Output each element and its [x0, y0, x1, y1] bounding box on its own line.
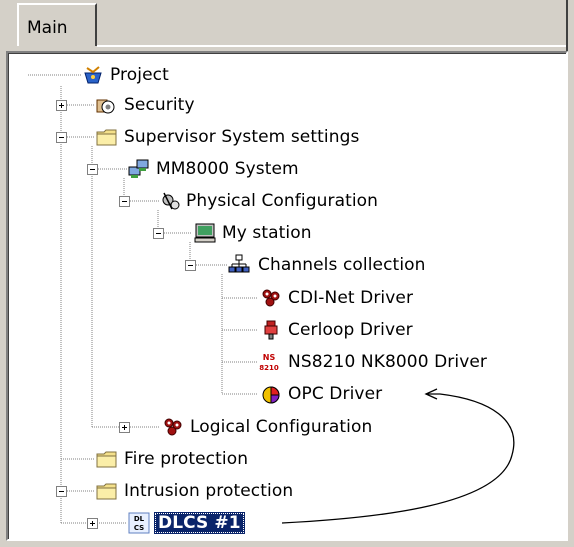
collapse-mm8000-button[interactable] [87, 164, 98, 175]
cdi-driver-icon [262, 289, 280, 307]
tree-node-physical-configuration[interactable]: Physical Configuration [158, 190, 438, 212]
tree-node-security[interactable]: Security [94, 94, 214, 116]
tree-node-label: Physical Configuration [186, 191, 379, 211]
tree-node-opc-driver[interactable]: OPC Driver [258, 383, 428, 405]
tree-node-label: Intrusion protection [124, 481, 294, 501]
tree-node-project[interactable]: Project [82, 64, 182, 86]
collapse-supervisor-button[interactable] [56, 132, 67, 143]
tree-node-my-station[interactable]: My station [192, 222, 342, 244]
tree-node-ns8210-driver[interactable]: NS 8210 NS8210 NK8000 Driver [258, 351, 548, 373]
tree-node-label: Channels collection [258, 255, 426, 275]
collapse-station-button[interactable] [153, 228, 164, 239]
tree-node-label: My station [222, 223, 312, 243]
tree-node-label: Supervisor System settings [124, 127, 360, 147]
tree-node-label: CDI-Net Driver [288, 288, 414, 308]
opc-driver-icon [262, 386, 280, 404]
tree-node-intrusion-protection[interactable]: Intrusion protection [94, 480, 344, 502]
expand-security-button[interactable] [56, 100, 67, 111]
station-icon [194, 223, 216, 243]
folder-icon [96, 451, 117, 468]
expand-logical-button[interactable] [119, 422, 130, 433]
ns8210-driver-icon: NS 8210 [259, 353, 279, 372]
ns8210-icon-text-bottom: 8210 [259, 364, 279, 372]
tree-node-cerloop-driver[interactable]: Cerloop Driver [258, 319, 458, 341]
tree-node-mm8000-system[interactable]: MM8000 System [126, 158, 306, 180]
tree-node-supervisor-settings[interactable]: Supervisor System settings [94, 126, 394, 148]
dlcs-icon-text-top: DL [134, 515, 145, 523]
dlcs-icon: DL CS [128, 512, 150, 534]
logical-config-icon [164, 418, 182, 436]
tree-node-dlcs-1[interactable]: DL CS DLCS #1 [126, 512, 286, 534]
ns8210-icon-text-top: NS [263, 353, 276, 362]
tree-node-label: OPC Driver [288, 384, 383, 404]
collapse-channels-button[interactable] [185, 260, 196, 271]
folder-icon [96, 129, 117, 146]
tree-node-label-selected: DLCS #1 [154, 512, 245, 534]
tree-node-label: NS8210 NK8000 Driver [288, 352, 488, 372]
tree-node-label: Security [124, 95, 195, 115]
tree-node-cdi-net-driver[interactable]: CDI-Net Driver [258, 287, 458, 309]
tree-node-label: Cerloop Driver [288, 320, 413, 340]
network-icon [228, 254, 250, 273]
tree-node-label: Project [110, 65, 169, 85]
project-icon [84, 66, 102, 84]
security-icon [96, 99, 115, 114]
tree-node-label: Fire protection [124, 449, 249, 469]
cerloop-driver-icon [264, 320, 278, 340]
tree-node-channels-collection[interactable]: Channels collection [228, 254, 478, 276]
computers-icon [128, 159, 149, 178]
collapse-physical-button[interactable] [119, 196, 130, 207]
tree-node-label: MM8000 System [156, 159, 299, 179]
dlcs-icon-text-bottom: CS [134, 524, 144, 532]
collapse-intrusion-button[interactable] [56, 486, 67, 497]
gears-icon [162, 192, 180, 210]
tree-node-logical-configuration[interactable]: Logical Configuration [160, 416, 430, 438]
tree-node-fire-protection[interactable]: Fire protection [94, 448, 294, 470]
folder-icon [96, 483, 117, 500]
tree-node-label: Logical Configuration [190, 417, 373, 437]
expand-dlcs-button[interactable] [87, 518, 98, 529]
